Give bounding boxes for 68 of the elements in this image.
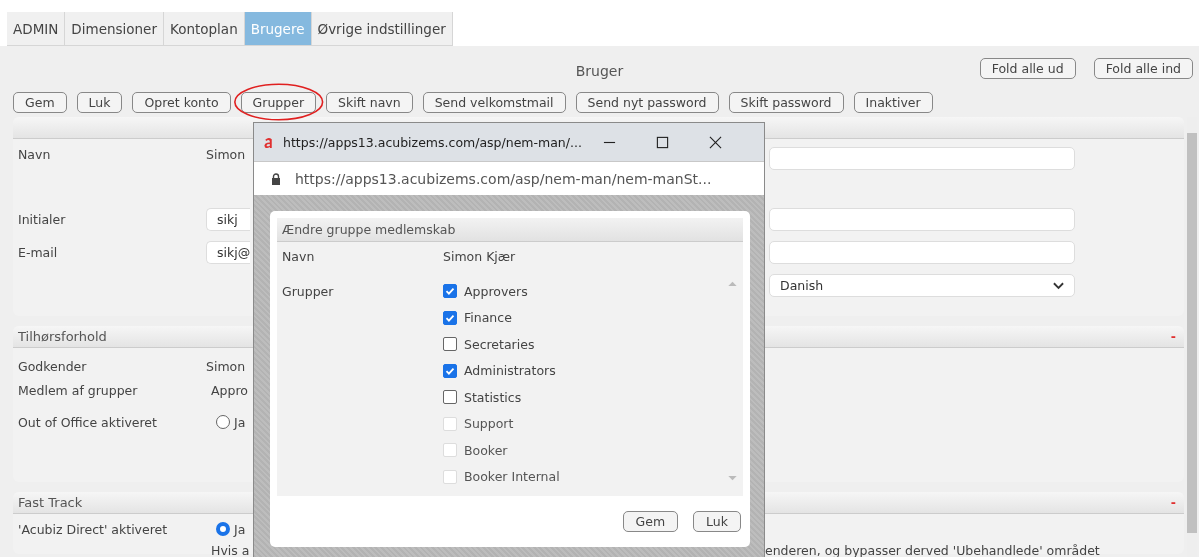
field-label: Initialer <box>18 212 66 227</box>
field-value: Simon <box>206 147 246 162</box>
close-icon[interactable] <box>709 135 722 149</box>
input-field[interactable]: sikj <box>206 208 250 231</box>
radio-label: Ja <box>234 521 246 537</box>
dialog-button[interactable]: Gem <box>622 511 679 532</box>
input-field[interactable] <box>769 208 1075 231</box>
field-label: Medlem af grupper <box>18 382 138 398</box>
section-title: Fast Track <box>18 495 83 510</box>
collapse-toggle[interactable]: - <box>1170 495 1176 510</box>
maximize-icon[interactable] <box>656 135 669 149</box>
section-title: Tilhørsforhold <box>18 329 107 344</box>
field-label: Out of Office aktiveret <box>18 414 157 430</box>
checkbox[interactable] <box>443 337 457 352</box>
page-title: Bruger <box>575 62 624 79</box>
tab[interactable]: Øvrige indstillinger <box>311 12 453 46</box>
tab[interactable]: Dimensioner <box>65 12 164 46</box>
field-label: E-mail <box>18 245 58 260</box>
address-text: https://apps13.acubizems.com/asp/nem-man/nem-manSt... <box>295 170 712 187</box>
toolbar-button[interactable]: Skift navn <box>326 91 413 113</box>
checkbox-label: Booker Internal <box>464 469 560 485</box>
checkbox-label: Administrators <box>464 363 556 379</box>
toolbar-button[interactable]: Opret konto <box>132 91 231 113</box>
help-text: Hvis a <box>211 543 250 557</box>
checkbox[interactable] <box>443 390 457 405</box>
toolbar-button[interactable]: Gem <box>13 91 67 113</box>
toolbar-button[interactable]: Skift password <box>728 91 844 113</box>
input-field[interactable] <box>769 147 1075 170</box>
lock-icon <box>271 172 281 185</box>
tab[interactable]: Kontoplan <box>164 12 245 46</box>
radio-button[interactable] <box>216 415 230 429</box>
toolbar-button[interactable]: Send nyt password <box>575 91 719 113</box>
checkbox[interactable] <box>443 284 457 299</box>
window-title: https://apps13.acubizems.com/asp/nem-man/... <box>283 134 583 150</box>
collapse-toggle[interactable]: - <box>1170 329 1176 344</box>
fold-button[interactable]: Fold alle ind <box>1093 58 1193 79</box>
checkbox-label: Finance <box>464 310 512 326</box>
field-label: Navn <box>282 249 316 264</box>
checkbox-label: Approvers <box>464 283 528 299</box>
checkbox[interactable] <box>443 363 457 378</box>
radio-button[interactable] <box>216 522 230 536</box>
field-value: Simon <box>206 358 246 374</box>
radio-label: Ja <box>234 414 246 430</box>
field-label: Navn <box>18 147 51 162</box>
field-value: Simon Kjær <box>443 249 516 264</box>
dialog-title: Ændre gruppe medlemskab <box>282 222 456 237</box>
checkbox-label: Support <box>464 416 514 432</box>
field-label: 'Acubiz Direct' aktiveret <box>18 521 168 537</box>
checkbox-label: Secretaries <box>464 336 535 352</box>
toolbar-button[interactable]: Inaktiver <box>853 91 933 113</box>
dialog-button[interactable]: Luk <box>693 511 741 532</box>
input-field[interactable]: sikj@ <box>206 241 250 264</box>
tab[interactable]: ADMIN <box>7 12 66 46</box>
field-value: Appro <box>211 382 248 398</box>
toolbar-button[interactable]: Grupper <box>240 91 317 113</box>
checkbox[interactable] <box>443 310 457 325</box>
toolbar-button[interactable]: Send velkomstmail <box>422 91 566 113</box>
checkbox-label: Statistics <box>464 389 522 405</box>
input-field[interactable] <box>769 241 1075 264</box>
field-label: Grupper <box>282 284 335 301</box>
chevron-down-icon <box>1053 281 1064 290</box>
field-label: Godkender <box>18 358 87 374</box>
help-text: enderen, og bypasser derved 'Ubehandlede' området <box>765 543 1100 557</box>
checkbox-label: Booker <box>464 442 508 458</box>
fold-button[interactable]: Fold alle ud <box>979 58 1076 79</box>
toolbar-button[interactable]: Luk <box>76 91 123 113</box>
language-dropdown[interactable]: Danish <box>769 274 1075 297</box>
app-logo-icon <box>263 135 274 149</box>
